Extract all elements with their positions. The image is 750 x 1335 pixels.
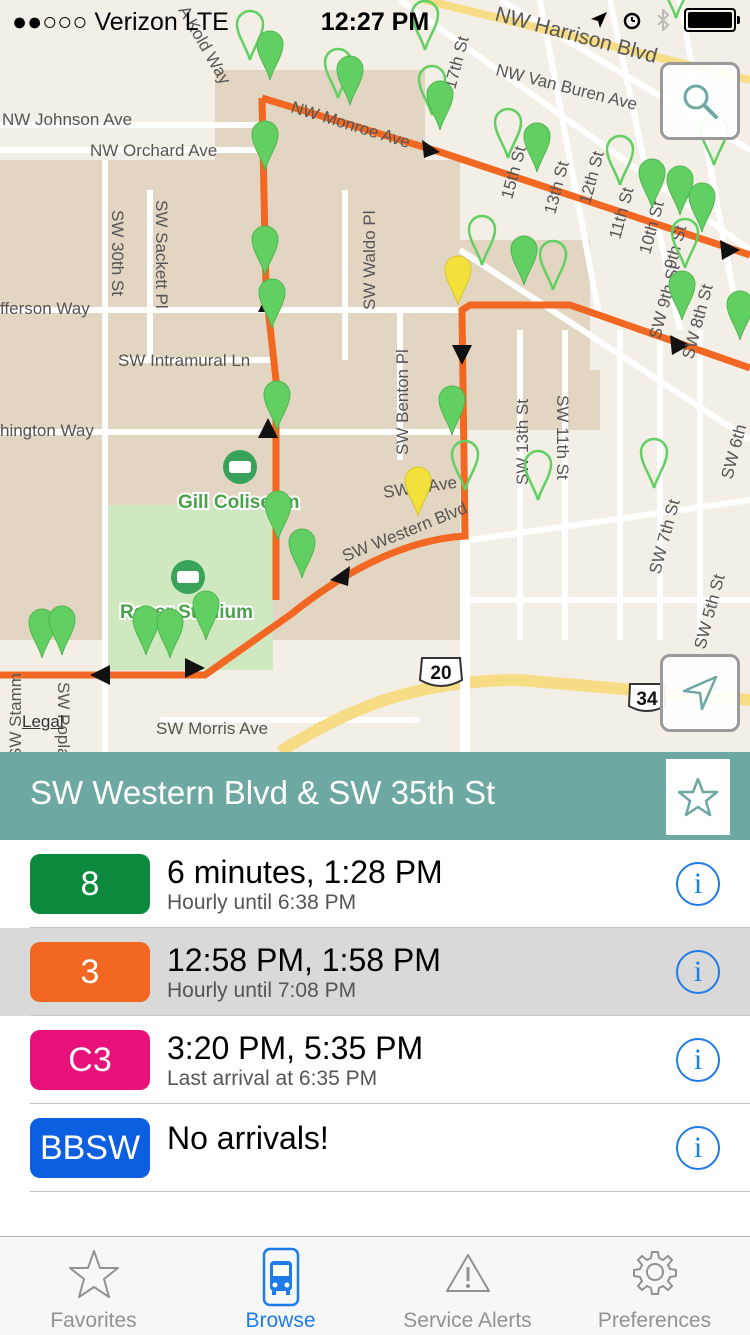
street-label: SW 13th St (513, 399, 532, 485)
street-label: SW Benton Pl (393, 349, 412, 455)
info-icon[interactable]: i (676, 950, 720, 994)
arrival-detail: Last arrival at 6:35 PM (167, 1067, 378, 1090)
tab-label: Browse (245, 1309, 316, 1332)
tab-label: Favorites (50, 1309, 137, 1332)
map-canvas[interactable]: NW Harrison Blvd NW Van Buren Ave NW Joh… (0, 0, 750, 752)
street-label: SW Morris Ave (156, 719, 268, 738)
location-arrow-icon (682, 675, 718, 711)
star-icon (677, 777, 719, 817)
tab-label: Service Alerts (403, 1309, 532, 1332)
tab-browse[interactable]: Browse (187, 1237, 374, 1335)
svg-text:20: 20 (430, 663, 451, 684)
tab-label: Preferences (597, 1309, 712, 1332)
status-bar: ●●○○○ Verizon LTE 12:27 PM (0, 0, 750, 40)
street-label: SW 30th St (108, 210, 127, 296)
stop-header: SW Western Blvd & SW 35th St (0, 752, 750, 840)
street-label: SW Waldo Pl (360, 210, 379, 310)
tab-preferences[interactable]: Preferences (561, 1237, 748, 1335)
bluetooth-icon (657, 9, 670, 31)
map-view[interactable]: NW Harrison Blvd NW Van Buren Ave NW Joh… (0, 0, 750, 752)
arrival-detail: Hourly until 6:38 PM (167, 891, 357, 914)
arrival-times: 12:58 PM, 1:58 PM (167, 942, 441, 978)
route-badge: BBSW (30, 1118, 150, 1178)
status-icons (590, 8, 740, 32)
route-row[interactable]: 3 12:58 PM, 1:58 PM Hourly until 7:08 PM i (0, 928, 750, 1016)
locate-me-button[interactable] (660, 654, 740, 732)
street-label: fferson Way (0, 299, 90, 318)
street-label: SW Intramural Ln (118, 351, 250, 370)
info-icon[interactable]: i (676, 1126, 720, 1170)
tab-service-alerts[interactable]: Service Alerts (374, 1237, 561, 1335)
bus-icon (262, 1247, 299, 1307)
location-arrow-icon (591, 12, 607, 28)
arrival-times: 3:20 PM, 5:35 PM (167, 1030, 424, 1066)
street-label: NW Johnson Ave (2, 110, 132, 129)
street-label: SW 11th St (553, 395, 572, 480)
svg-text:34: 34 (636, 689, 658, 710)
arrival-times: 6 minutes, 1:28 PM (167, 854, 443, 890)
street-label: NW Orchard Ave (90, 141, 217, 160)
tab-bar: Favorites Browse Service Alerts Preferen… (0, 1236, 750, 1335)
tab-favorites[interactable]: Favorites (0, 1237, 187, 1335)
battery-icon (684, 8, 740, 32)
map-search-button[interactable] (660, 62, 740, 140)
info-icon[interactable]: i (676, 862, 720, 906)
route-row[interactable]: C3 3:20 PM, 5:35 PM Last arrival at 6:35 P… (0, 1016, 750, 1104)
route-row[interactable]: BBSW No arrivals! i (0, 1104, 750, 1192)
info-icon[interactable]: i (676, 1038, 720, 1082)
arrival-detail: Hourly until 7:08 PM (167, 979, 357, 1002)
alarm-icon (623, 12, 641, 30)
star-icon (68, 1250, 119, 1298)
route-badge: 8 (30, 854, 150, 914)
arrival-times: No arrivals! (167, 1120, 329, 1156)
row-divider (30, 1191, 750, 1192)
stop-name: SW Western Blvd & SW 35th St (30, 774, 496, 811)
search-icon (683, 84, 718, 119)
street-label: SW Sackett Pl (152, 200, 171, 309)
gear-icon (632, 1251, 677, 1295)
favorite-stop-button[interactable] (666, 759, 730, 835)
route-badge: C3 (30, 1030, 150, 1090)
warning-icon (445, 1254, 490, 1292)
route-row[interactable]: 8 6 minutes, 1:28 PM Hourly until 6:38 PM i (0, 840, 750, 928)
highway-shield-20: 20 (418, 657, 464, 687)
route-badge: 3 (30, 942, 150, 1002)
legal-link[interactable]: Legal (22, 712, 64, 732)
street-label: hington Way (0, 421, 94, 440)
